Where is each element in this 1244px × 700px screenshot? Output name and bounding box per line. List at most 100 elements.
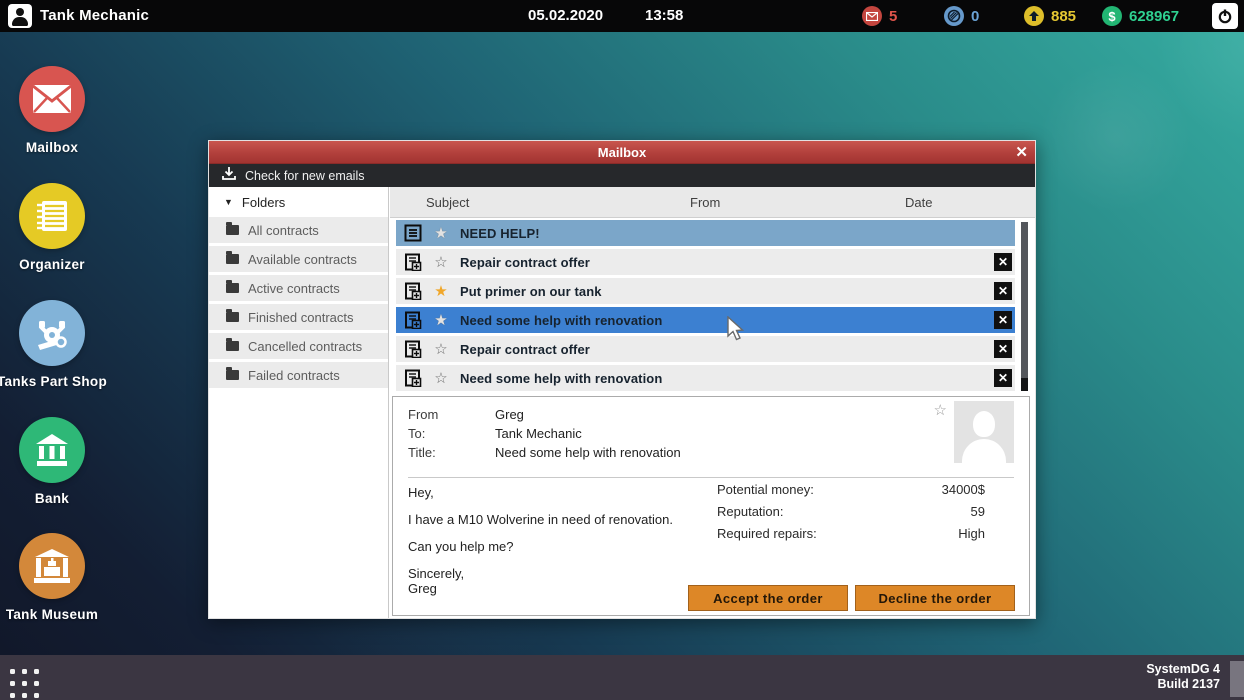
desktop-icon-label: Tanks Part Shop	[0, 374, 108, 389]
system-name: SystemDG 4	[1146, 662, 1220, 676]
from-label: From	[408, 407, 439, 422]
taskbar-edge-button[interactable]	[1230, 661, 1244, 697]
stat-value: 34000$	[941, 482, 985, 497]
detail-separator	[408, 477, 1014, 478]
star-icon[interactable]: ★	[433, 313, 449, 328]
email-subject: Need some help with renovation	[460, 312, 663, 328]
desktop-icon-mailbox[interactable]: Mailbox	[0, 66, 112, 155]
folder-label: All contracts	[248, 222, 319, 238]
contract-icon	[405, 340, 422, 358]
folder-icon	[226, 251, 239, 264]
money-count: 628967	[1129, 7, 1180, 25]
person-body-icon	[12, 17, 28, 26]
title-value: Need some help with renovation	[495, 445, 681, 460]
mail-count: 5	[889, 7, 898, 25]
delete-email-button[interactable]: ✕	[994, 253, 1012, 271]
body-paragraph: I have a M10 Wolverine in need of renova…	[408, 512, 673, 527]
app-launcher-icon[interactable]	[10, 669, 39, 698]
order-buttons: Accept the order Decline the order	[688, 585, 1015, 611]
contract-icon	[405, 311, 422, 329]
email-subject: Put primer on our tank	[460, 283, 602, 299]
desktop-icon-organizer[interactable]: Organizer	[0, 183, 112, 272]
stat-label: Potential money:	[717, 482, 814, 497]
museum-icon	[19, 533, 85, 599]
favorite-star-icon[interactable]: ☆	[934, 401, 947, 419]
folder-icon	[226, 309, 239, 322]
folder-icon	[226, 280, 239, 293]
body-paragraph: Hey,	[408, 485, 434, 500]
power-button[interactable]	[1212, 3, 1238, 29]
star-icon[interactable]: ★	[433, 284, 449, 299]
folder-item-finished-contracts[interactable]: Finished contracts	[209, 304, 388, 330]
window-close-button[interactable]: ✕	[1015, 143, 1028, 162]
delete-email-button[interactable]: ✕	[994, 369, 1012, 387]
email-body: Hey, I have a M10 Wolverine in need of r…	[408, 485, 708, 608]
window-titlebar[interactable]: Mailbox ✕	[209, 141, 1035, 164]
column-from[interactable]: From	[690, 195, 720, 210]
email-row[interactable]: ★ Put primer on our tank ✕	[396, 278, 1015, 304]
envelope-icon	[862, 6, 882, 26]
desktop-icon-tank-museum[interactable]: Tank Museum	[0, 533, 112, 622]
profile-icon[interactable]	[8, 4, 32, 28]
accept-order-button[interactable]: Accept the order	[688, 585, 848, 611]
to-value: Tank Mechanic	[495, 426, 582, 441]
scrollbar-thumb[interactable]	[1021, 378, 1028, 391]
folder-label: Finished contracts	[248, 309, 354, 325]
delete-email-button[interactable]: ✕	[994, 282, 1012, 300]
email-row-selected[interactable]: ★ Need some help with renovation ✕	[396, 307, 1015, 333]
email-row[interactable]: ☆ Need some help with renovation ✕	[396, 365, 1015, 391]
parts-badge[interactable]: 0	[944, 6, 979, 26]
money-badge[interactable]: $ 628967	[1102, 6, 1179, 26]
delete-email-button[interactable]: ✕	[994, 311, 1012, 329]
taskbar: SystemDG 4 Build 2137	[0, 655, 1244, 700]
folder-label: Active contracts	[248, 280, 340, 296]
avatar-shoulders	[962, 439, 1006, 463]
delete-email-button[interactable]: ✕	[994, 340, 1012, 358]
mouse-cursor	[727, 316, 745, 341]
body-paragraph: Can you help me?	[408, 539, 514, 554]
chevron-down-icon: ▼	[224, 197, 233, 207]
body-paragraph: Sincerely, Greg	[408, 566, 465, 596]
folder-item-active-contracts[interactable]: Active contracts	[209, 275, 388, 301]
star-icon[interactable]: ☆	[433, 371, 449, 386]
contract-icon	[405, 282, 422, 300]
column-subject[interactable]: Subject	[426, 195, 469, 210]
folder-item-available-contracts[interactable]: Available contracts	[209, 246, 388, 272]
reputation-badge[interactable]: 885	[1024, 6, 1076, 26]
folder-item-all-contracts[interactable]: All contracts	[209, 217, 388, 243]
column-date[interactable]: Date	[905, 195, 932, 210]
email-row[interactable]: ☆ Repair contract offer ✕	[396, 249, 1015, 275]
top-status-bar: Tank Mechanic 05.02.2020 13:58 5 0 885 $…	[0, 0, 1244, 32]
email-list-scrollbar[interactable]	[1021, 222, 1028, 391]
decline-order-button[interactable]: Decline the order	[855, 585, 1015, 611]
date-display: 05.02.2020	[528, 7, 604, 24]
to-label: To:	[408, 426, 426, 441]
download-icon	[222, 166, 236, 185]
notebook-icon	[19, 183, 85, 249]
desktop-icon-label: Organizer	[19, 257, 85, 272]
app-title: Tank Mechanic	[40, 7, 150, 24]
desktop-icon-tanks-part-shop[interactable]: Tanks Part Shop	[0, 300, 112, 389]
folder-icon	[226, 367, 239, 380]
mail-badge[interactable]: 5	[862, 6, 897, 26]
folder-icon	[226, 222, 239, 235]
star-icon[interactable]: ☆	[433, 255, 449, 270]
rank-up-icon	[1024, 6, 1044, 26]
system-version-info: SystemDG 4 Build 2137	[1146, 662, 1220, 692]
contract-icon	[405, 369, 422, 387]
star-icon[interactable]: ★	[433, 226, 449, 241]
folders-sidebar: ▼ Folders All contracts Available contra…	[209, 187, 389, 618]
check-for-new-emails-button[interactable]: Check for new emails	[245, 169, 365, 183]
stat-label: Reputation:	[717, 504, 784, 519]
email-row[interactable]: ☆ Repair contract offer ✕	[396, 336, 1015, 362]
folder-item-cancelled-contracts[interactable]: Cancelled contracts	[209, 333, 388, 359]
contract-stats: Potential money: 34000$ Reputation: 59 Req…	[717, 482, 985, 548]
email-detail-pane: From Greg To: Tank Mechanic Title: Need som…	[392, 396, 1030, 616]
folder-item-failed-contracts[interactable]: Failed contracts	[209, 362, 388, 388]
email-meta: From Greg To: Tank Mechanic Title: Need som…	[408, 405, 681, 462]
window-content: ▼ Folders All contracts Available contra…	[209, 187, 1035, 618]
star-icon[interactable]: ☆	[433, 342, 449, 357]
folders-header[interactable]: ▼ Folders	[209, 187, 388, 217]
desktop-icon-bank[interactable]: Bank	[0, 417, 112, 506]
email-row[interactable]: ★ NEED HELP!	[396, 220, 1015, 246]
